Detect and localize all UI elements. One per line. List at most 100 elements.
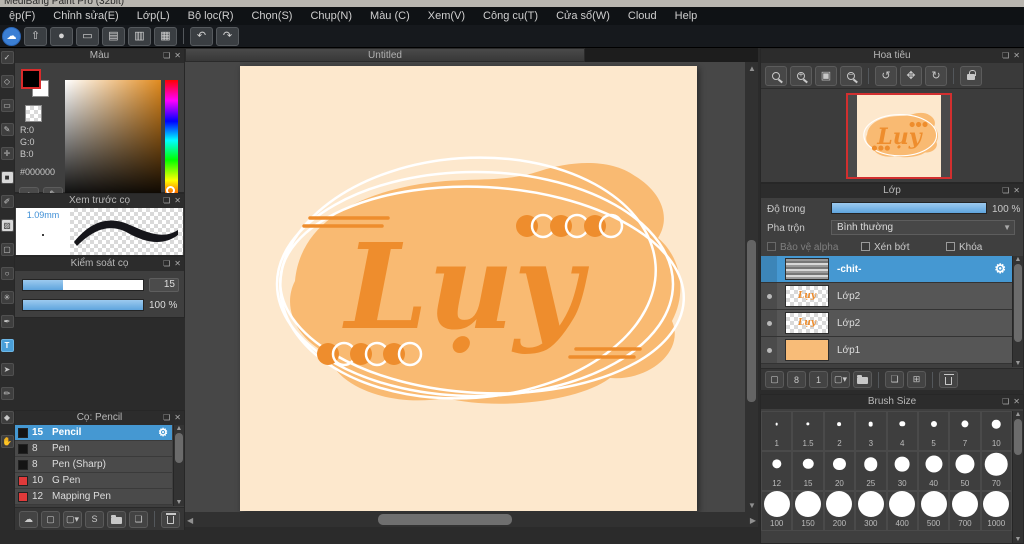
brush-size-option[interactable]: 40 bbox=[917, 451, 950, 491]
delete-brush-button[interactable] bbox=[161, 510, 180, 528]
checkbox-icon[interactable] bbox=[946, 242, 955, 251]
brush-size-option[interactable]: 12 bbox=[761, 451, 793, 491]
layer-row[interactable]: Lụy Lớp2 bbox=[761, 310, 1012, 337]
brush-size-option[interactable]: 400 bbox=[886, 491, 918, 531]
menu-item[interactable]: Bộ lọc(R) bbox=[179, 10, 243, 22]
fit-window-button[interactable]: ▣ bbox=[815, 65, 837, 86]
merge-layer-button[interactable]: ⊞ bbox=[907, 371, 926, 388]
undo-button[interactable]: ↶ bbox=[190, 26, 213, 46]
brush-size-header[interactable]: Brush Size ❏ ✕ bbox=[761, 395, 1023, 409]
scrollbar-thumb[interactable] bbox=[378, 514, 512, 525]
brush-size-option[interactable]: 20 bbox=[823, 451, 856, 491]
menu-item[interactable]: Help bbox=[666, 10, 707, 22]
close-icon[interactable]: ✕ bbox=[174, 194, 181, 208]
brush-size-option[interactable]: 70 bbox=[980, 451, 1012, 491]
brush-size-option[interactable]: 25 bbox=[855, 451, 887, 491]
shape-brush-tool[interactable]: ◇ bbox=[0, 75, 14, 88]
gear-icon[interactable]: ⚙ bbox=[994, 261, 1006, 277]
operation-tool[interactable]: ➤ bbox=[0, 363, 14, 376]
canvas-viewport[interactable]: Lụy bbox=[185, 62, 745, 512]
scroll-up-icon[interactable]: ▲ bbox=[176, 425, 183, 432]
rotate-ccw-button[interactable]: ↺ bbox=[875, 65, 897, 86]
close-icon[interactable]: ✕ bbox=[1013, 184, 1020, 198]
select-pen-tool[interactable]: ✒ bbox=[0, 315, 14, 328]
brush-size-option[interactable]: 30 bbox=[886, 451, 918, 491]
brush-list-item[interactable]: 10 G Pen bbox=[15, 473, 172, 489]
layer-list-scrollbar[interactable]: ▲ ▼ bbox=[1012, 256, 1023, 367]
brush-size-scrollbar[interactable]: ▲ ▼ bbox=[1012, 411, 1023, 543]
gradient-tool[interactable]: ▨ bbox=[0, 219, 14, 232]
brush-control-header[interactable]: Kiểm soát cọ ❏ ✕ bbox=[15, 257, 184, 271]
brush-size-option[interactable]: 1000 bbox=[980, 491, 1012, 531]
document-button[interactable]: ▤ bbox=[102, 26, 125, 46]
hue-slider[interactable] bbox=[165, 80, 178, 201]
add-8bit-layer-button[interactable]: 8 bbox=[787, 371, 806, 388]
brush-list-item[interactable]: 12 Mapping Pen bbox=[15, 489, 172, 505]
brush-list-header[interactable]: Cọ: Pencil ❏ ✕ bbox=[15, 411, 184, 425]
text-tool[interactable]: T bbox=[0, 339, 14, 352]
brush-size-option[interactable]: 100 bbox=[761, 491, 793, 531]
menu-item[interactable]: Chọn(S) bbox=[242, 10, 301, 22]
fill-tool[interactable]: ■ bbox=[0, 171, 14, 184]
canvas[interactable]: Lụy bbox=[240, 66, 697, 511]
lock-view-button[interactable] bbox=[960, 65, 982, 86]
redo-button[interactable]: ↷ bbox=[216, 26, 239, 46]
brush-opacity-slider[interactable] bbox=[22, 299, 144, 311]
brush-size-option[interactable]: 15 bbox=[792, 451, 824, 491]
hand-tool[interactable]: ✋ bbox=[0, 435, 14, 448]
popout-icon[interactable]: ❏ bbox=[1002, 49, 1009, 63]
export-button[interactable]: ⇧ bbox=[24, 26, 47, 46]
brush-size-option[interactable]: 1.5 bbox=[792, 411, 824, 451]
navigator-view-rect[interactable]: Lụy bbox=[846, 93, 952, 179]
menu-item[interactable]: Chụp(N) bbox=[301, 10, 361, 22]
brush-list-item[interactable]: 15 Pencil ⚙ bbox=[15, 425, 172, 441]
duplicate-layer-button[interactable]: ❏ bbox=[885, 371, 904, 388]
rotate-cw-button[interactable]: ↻ bbox=[925, 65, 947, 86]
close-icon[interactable]: ✕ bbox=[174, 257, 181, 271]
layer-visibility-toggle[interactable] bbox=[761, 283, 777, 309]
foreground-color-swatch[interactable] bbox=[21, 69, 41, 89]
menu-item[interactable]: Chỉnh sửa(E) bbox=[44, 10, 127, 22]
layer-visibility-toggle[interactable] bbox=[761, 256, 777, 282]
canvas-tab[interactable]: Untitled bbox=[185, 48, 585, 62]
comment-bubble-button[interactable]: ● bbox=[50, 26, 73, 46]
layer-checkbox-khóa[interactable]: Khóa bbox=[946, 242, 982, 253]
popout-icon[interactable]: ❏ bbox=[163, 257, 170, 271]
zoom-reset-button[interactable] bbox=[765, 65, 787, 86]
brush-size-option[interactable]: 300 bbox=[855, 491, 887, 531]
magic-wand-tool[interactable]: ✳ bbox=[0, 291, 14, 304]
popout-icon[interactable]: ❏ bbox=[163, 194, 170, 208]
scroll-down-icon[interactable]: ▼ bbox=[1015, 536, 1022, 543]
scroll-down-icon[interactable]: ▼ bbox=[1015, 360, 1022, 367]
scroll-left-icon[interactable]: ◀ bbox=[187, 516, 193, 525]
brush-size-option[interactable]: 150 bbox=[792, 491, 824, 531]
add-layer-button[interactable]: ▢ bbox=[765, 371, 784, 388]
list-view-button[interactable]: ▥ bbox=[128, 26, 151, 46]
layer-folder-button[interactable] bbox=[853, 371, 872, 388]
scrollbar-thumb[interactable] bbox=[1014, 419, 1022, 455]
menu-item[interactable]: Xem(V) bbox=[419, 10, 474, 22]
saturation-value-picker[interactable] bbox=[65, 80, 161, 201]
scroll-up-icon[interactable]: ▲ bbox=[748, 64, 756, 73]
zoom-out-button[interactable]: − bbox=[840, 65, 862, 86]
menu-item[interactable]: Cloud bbox=[619, 10, 666, 22]
scroll-down-icon[interactable]: ▼ bbox=[176, 499, 183, 506]
scrollbar-thumb[interactable] bbox=[747, 240, 756, 402]
script-brush-button[interactable]: S bbox=[85, 510, 104, 528]
popout-icon[interactable]: ❏ bbox=[163, 49, 170, 63]
comment-box-button[interactable]: ▭ bbox=[76, 26, 99, 46]
blend-mode-select[interactable]: Bình thường ▼ bbox=[831, 220, 1015, 235]
popout-icon[interactable]: ❏ bbox=[1002, 395, 1009, 409]
brush-size-option[interactable]: 7 bbox=[949, 411, 981, 451]
add-brush-menu-button[interactable]: ▢▾ bbox=[63, 510, 82, 528]
layer-visibility-toggle[interactable] bbox=[761, 310, 777, 336]
layer-opacity-slider[interactable] bbox=[831, 202, 987, 214]
checkbox-icon[interactable] bbox=[861, 242, 870, 251]
dot-pen-tool[interactable]: ✐ bbox=[0, 195, 14, 208]
popout-icon[interactable]: ❏ bbox=[163, 411, 170, 425]
brush-size-value[interactable]: 15 bbox=[149, 278, 179, 292]
move-tool[interactable]: ✛ bbox=[0, 147, 14, 160]
layer-visibility-toggle[interactable] bbox=[761, 337, 777, 363]
menu-item[interactable]: Màu (C) bbox=[361, 10, 419, 22]
brush-size-option[interactable]: 1 bbox=[761, 411, 793, 451]
